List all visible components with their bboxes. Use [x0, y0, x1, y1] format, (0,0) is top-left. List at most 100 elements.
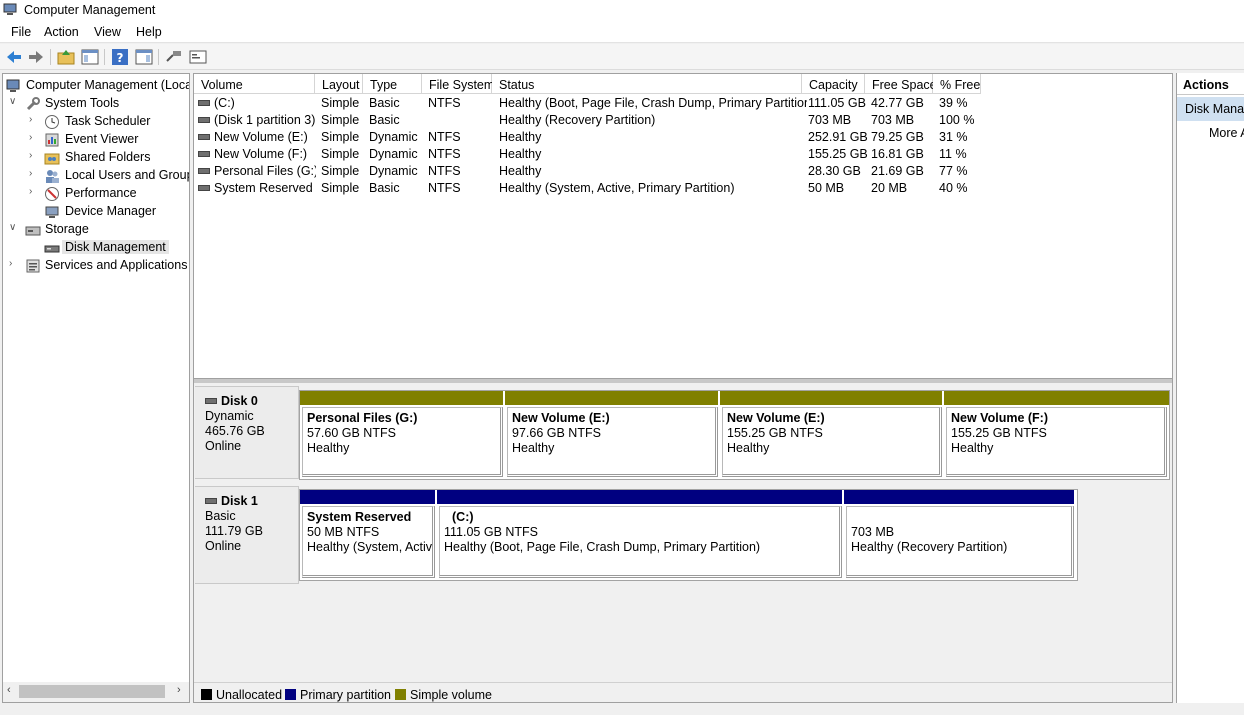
volume-cell[interactable]: 79.25 GB — [871, 130, 937, 147]
connect-icon[interactable] — [164, 47, 184, 67]
volume-cell[interactable]: Healthy (Recovery Partition) — [499, 113, 807, 130]
chevron-right-icon[interactable]: › — [29, 114, 39, 125]
volume-cell[interactable]: 111.05 GB — [808, 96, 870, 113]
scroll-left-icon[interactable]: ‹ — [7, 684, 11, 696]
column-header-layout[interactable]: Layout — [315, 74, 363, 94]
volume-cell[interactable]: 100 % — [939, 113, 984, 130]
volume-cell[interactable]: Healthy — [499, 164, 807, 181]
volume-cell[interactable] — [428, 113, 496, 130]
volume-cell[interactable]: Basic — [369, 113, 427, 130]
disk-1-label[interactable]: Disk 1 Basic 111.79 GB Online — [195, 486, 299, 584]
volume-cell[interactable]: 16.81 GB — [871, 147, 937, 164]
volume-cell[interactable]: 40 % — [939, 181, 984, 198]
partition[interactable]: New Volume (F:) 155.25 GB NTFS Healthy — [944, 391, 1169, 479]
column-header-file-system[interactable]: File System — [422, 74, 494, 94]
toolbar-separator — [104, 49, 105, 65]
volume-cell[interactable]: Simple — [321, 96, 367, 113]
menu-view[interactable]: View — [94, 25, 121, 39]
show-hide-tree-icon[interactable] — [80, 47, 100, 67]
volume-cell[interactable]: 155.25 GB — [808, 147, 870, 164]
chevron-right-icon[interactable]: › — [29, 168, 39, 179]
volume-cell[interactable]: Simple — [321, 113, 367, 130]
volume-cell[interactable]: 11 % — [939, 147, 984, 164]
menu-file[interactable]: File — [11, 25, 31, 39]
volume-cell[interactable]: Basic — [369, 96, 427, 113]
volume-cell[interactable]: NTFS — [428, 164, 496, 181]
volume-cell[interactable]: (Disk 1 partition 3) — [198, 113, 316, 130]
volume-cell[interactable]: 21.69 GB — [871, 164, 937, 181]
volume-cell[interactable]: Dynamic — [369, 164, 427, 181]
volume-cell[interactable]: Simple — [321, 181, 367, 198]
volume-cell[interactable]: 31 % — [939, 130, 984, 147]
partition[interactable]: (C:) 111.05 GB NTFS Healthy (Boot, Page … — [437, 490, 844, 580]
volume-cell[interactable]: Healthy — [499, 130, 807, 147]
column-header-percent-free[interactable]: % Free — [933, 74, 981, 94]
volume-cell[interactable]: (C:) — [198, 96, 316, 113]
volume-cell[interactable]: NTFS — [428, 181, 496, 198]
column-header-status[interactable]: Status — [492, 74, 802, 94]
volume-icon — [198, 167, 210, 174]
partition[interactable]: System Reserved 50 MB NTFS Healthy (Syst… — [300, 490, 437, 580]
volume-cell[interactable]: 703 MB — [808, 113, 870, 130]
show-hide-action-pane-icon[interactable] — [134, 47, 154, 67]
volume-cell[interactable]: 28.30 GB — [808, 164, 870, 181]
actions-section-disk-management[interactable]: Disk Manag — [1177, 97, 1244, 121]
volume-cell[interactable]: Healthy (Boot, Page File, Crash Dump, Pr… — [499, 96, 807, 113]
tree-horizontal-scrollbar[interactable]: ‹ › — [3, 682, 189, 702]
volume-cell[interactable]: New Volume (E:) — [198, 130, 316, 147]
help-icon[interactable]: ? — [110, 47, 130, 67]
partition[interactable]: 703 MB Healthy (Recovery Partition) — [844, 490, 1076, 580]
volume-cell[interactable]: NTFS — [428, 130, 496, 147]
chevron-right-icon[interactable]: › — [29, 186, 39, 197]
volume-cell[interactable]: Simple — [321, 147, 367, 164]
menu-action[interactable]: Action — [44, 25, 79, 39]
volume-cell[interactable]: NTFS — [428, 147, 496, 164]
volume-cell[interactable]: 703 MB — [871, 113, 937, 130]
chevron-right-icon[interactable]: › — [9, 258, 19, 269]
chevron-right-icon[interactable]: › — [29, 132, 39, 143]
volume-cell[interactable]: Dynamic — [369, 130, 427, 147]
chevron-down-icon[interactable]: ∨ — [9, 96, 19, 107]
volume-cell[interactable]: Simple — [321, 130, 367, 147]
menu-help[interactable]: Help — [136, 25, 162, 39]
volume-cell[interactable]: Personal Files (G:) — [198, 164, 316, 181]
partition[interactable]: New Volume (E:) 155.25 GB NTFS Healthy — [720, 391, 944, 479]
column-header-free-space[interactable]: Free Space — [865, 74, 937, 94]
volume-cell[interactable]: Simple — [321, 164, 367, 181]
column-header-volume[interactable]: Volume — [194, 74, 315, 94]
partition[interactable]: Personal Files (G:) 57.60 GB NTFS Health… — [300, 391, 505, 479]
disk-0-partitions: Personal Files (G:) 57.60 GB NTFS Health… — [299, 390, 1170, 480]
partition-name: (C:) — [452, 510, 474, 524]
pane-splitter[interactable] — [194, 379, 1172, 383]
chevron-right-icon[interactable]: › — [29, 150, 39, 161]
disk-icon — [205, 397, 217, 404]
up-folder-icon[interactable] — [56, 47, 76, 67]
properties-icon[interactable] — [188, 47, 208, 67]
volume-cell[interactable]: Basic — [369, 181, 427, 198]
volume-cell[interactable]: Healthy — [499, 147, 807, 164]
column-header-capacity[interactable]: Capacity — [802, 74, 865, 94]
volume-cell[interactable]: Healthy (System, Active, Primary Partiti… — [499, 181, 807, 198]
volume-cell[interactable]: 77 % — [939, 164, 984, 181]
back-icon[interactable] — [4, 47, 24, 67]
volume-cell[interactable]: 42.77 GB — [871, 96, 937, 113]
volume-cell[interactable]: 50 MB — [808, 181, 870, 198]
volume-cell[interactable]: 39 % — [939, 96, 984, 113]
volume-cell[interactable]: 20 MB — [871, 181, 937, 198]
forward-icon[interactable] — [26, 47, 46, 67]
volume-cell[interactable]: New Volume (F:) — [198, 147, 316, 164]
chevron-down-icon[interactable]: ∨ — [9, 222, 19, 233]
scroll-right-icon[interactable]: › — [177, 684, 181, 696]
volume-cell[interactable]: Dynamic — [369, 147, 427, 164]
partition[interactable]: New Volume (E:) 97.66 GB NTFS Healthy — [505, 391, 720, 479]
disk-0-label[interactable]: Disk 0 Dynamic 465.76 GB Online — [195, 386, 299, 479]
legend-simple-volume: Simple volume — [395, 688, 492, 702]
volume-cell[interactable]: NTFS — [428, 96, 496, 113]
partition-size: 155.25 GB NTFS — [951, 426, 1047, 440]
scroll-thumb[interactable] — [19, 685, 165, 698]
volume-cell[interactable]: System Reserved — [198, 181, 316, 198]
more-actions-link[interactable]: More A — [1209, 126, 1244, 140]
simple-volume-bar — [505, 391, 718, 405]
volume-cell[interactable]: 252.91 GB — [808, 130, 870, 147]
column-header-type[interactable]: Type — [363, 74, 422, 94]
